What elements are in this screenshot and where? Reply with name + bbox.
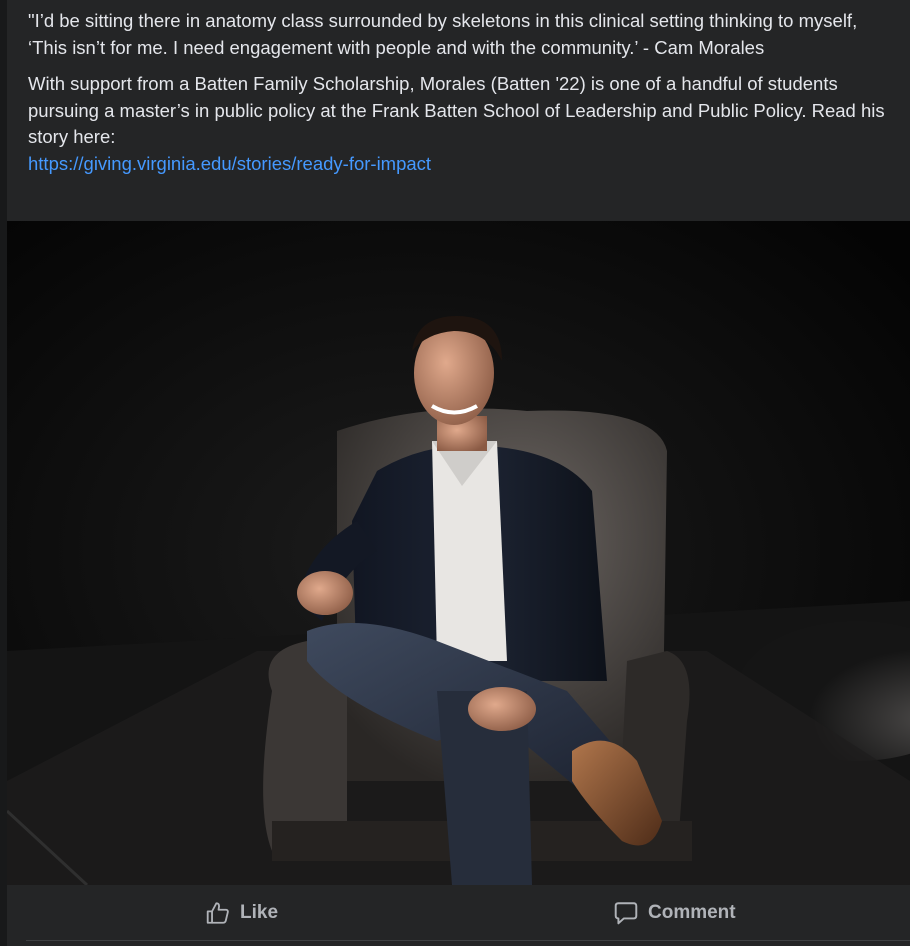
thumbs-up-icon bbox=[206, 902, 229, 924]
post-card: "I’d be sitting there in anatomy class s… bbox=[7, 0, 910, 946]
post-quote: "I’d be sitting there in anatomy class s… bbox=[28, 10, 858, 58]
post-action-bar: Like Comment bbox=[7, 885, 910, 941]
post-body: With support from a Batten Family Schola… bbox=[28, 71, 898, 177]
like-label: Like bbox=[240, 902, 279, 923]
like-button[interactable]: Like bbox=[205, 895, 278, 931]
post-body-text: With support from a Batten Family Schola… bbox=[28, 73, 885, 147]
post-text: "I’d be sitting there in anatomy class s… bbox=[28, 8, 898, 177]
action-bar-divider bbox=[26, 940, 910, 941]
story-link[interactable]: https://giving.virginia.edu/stories/read… bbox=[28, 151, 431, 178]
speech-bubble-icon bbox=[614, 902, 638, 925]
post-photo[interactable] bbox=[7, 221, 910, 885]
comment-button[interactable]: Comment bbox=[613, 895, 736, 931]
photo-illustration bbox=[7, 221, 910, 885]
comment-label: Comment bbox=[648, 902, 736, 923]
